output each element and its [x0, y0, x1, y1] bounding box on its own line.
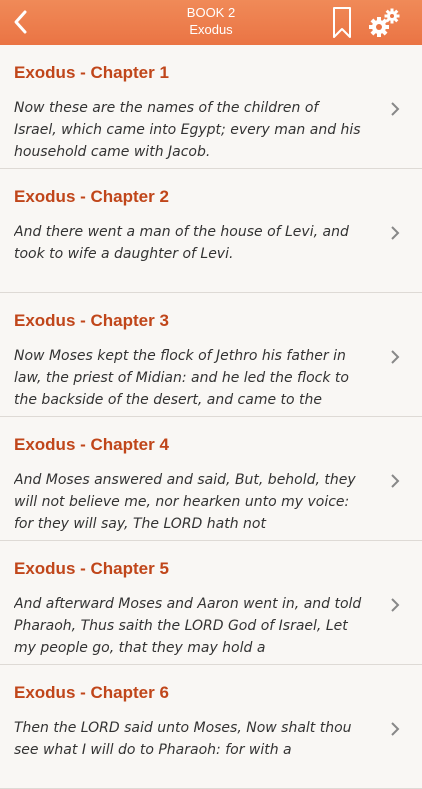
list-item[interactable]: Exodus - Chapter 1 Now these are the nam… [0, 45, 422, 169]
chapter-title: Exodus - Chapter 1 [14, 63, 169, 82]
chapter-title: Exodus - Chapter 2 [14, 187, 169, 206]
chapter-preview: Then the LORD said unto Moses, Now shalt… [14, 720, 352, 758]
book-number-label: BOOK 2 [186, 5, 236, 20]
list-item[interactable]: Exodus - Chapter 2 And there went a man … [0, 169, 422, 293]
chapter-title: Exodus - Chapter 4 [14, 435, 169, 454]
chapter-preview: Now these are the names of the children … [14, 100, 361, 160]
chapter-preview: And afterward Moses and Aaron went in, a… [14, 596, 362, 656]
chevron-right-icon [391, 350, 400, 364]
bookmark-icon[interactable] [331, 6, 353, 40]
chevron-right-icon [391, 722, 400, 736]
chevron-right-icon [391, 102, 400, 116]
chevron-right-icon [391, 598, 400, 612]
chapter-title: Exodus - Chapter 5 [14, 559, 169, 578]
chapter-preview: And Moses answered and said, But, behold… [14, 472, 356, 532]
chapter-list: Exodus - Chapter 1 Now these are the nam… [0, 45, 422, 789]
chapter-title: Exodus - Chapter 6 [14, 683, 169, 702]
chapter-preview: And there went a man of the house of Lev… [14, 224, 349, 262]
list-item[interactable]: Exodus - Chapter 6 Then the LORD said un… [0, 665, 422, 789]
gear-icon[interactable] [368, 7, 402, 39]
nav-title: BOOK 2 Exodus [110, 5, 312, 38]
nav-bar: BOOK 2 Exodus [0, 0, 422, 45]
chapter-title: Exodus - Chapter 3 [14, 311, 169, 330]
chevron-right-icon [391, 474, 400, 488]
list-item[interactable]: Exodus - Chapter 5 And afterward Moses a… [0, 541, 422, 665]
chapter-preview: Now Moses kept the flock of Jethro his f… [14, 348, 349, 408]
back-chevron-icon[interactable] [10, 9, 32, 35]
list-item[interactable]: Exodus - Chapter 3 Now Moses kept the fl… [0, 293, 422, 417]
book-name-label: Exodus [189, 22, 233, 37]
chevron-right-icon [391, 226, 400, 240]
list-item[interactable]: Exodus - Chapter 4 And Moses answered an… [0, 417, 422, 541]
